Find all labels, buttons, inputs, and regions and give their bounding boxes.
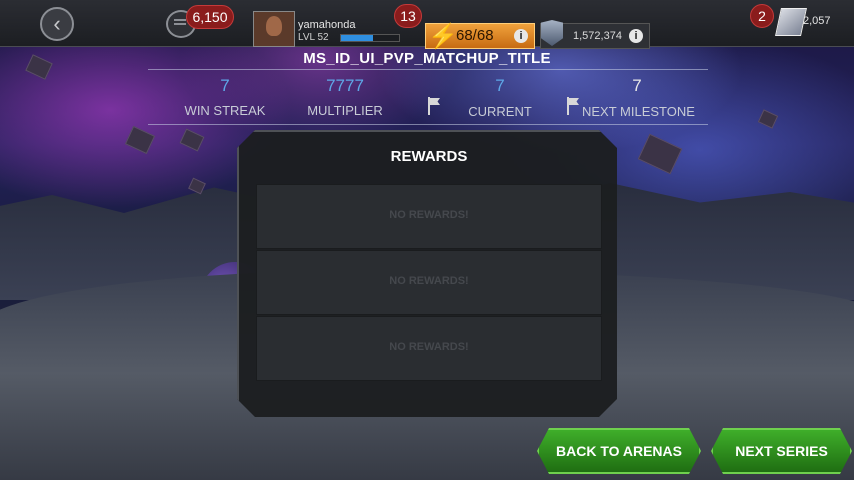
- info-icon[interactable]: i: [514, 29, 528, 43]
- floating-rock: [124, 125, 156, 155]
- header-divider-top: [148, 69, 708, 70]
- floating-rock: [757, 109, 779, 129]
- next-milestone-value: 7: [632, 76, 642, 95]
- rewards-title: REWARDS: [390, 148, 468, 165]
- next-series-button[interactable]: NEXT SERIES: [711, 428, 852, 474]
- multiplier-value: 7777: [326, 76, 364, 95]
- avatar[interactable]: [253, 11, 295, 47]
- reward-row-text: NO REWARDS!: [389, 209, 469, 221]
- energy-display[interactable]: ⚡ 68/68 i: [425, 23, 535, 50]
- next-milestone-label: NEXT MILESTONE: [582, 104, 695, 119]
- info-icon[interactable]: i: [629, 29, 643, 43]
- crystal-badge: 2: [750, 4, 774, 28]
- top-bar: ‹ 6,150 yamahonda LVL 52 13 ⚡ 68/68 i 1,…: [0, 0, 854, 50]
- chat-badge: 6,150: [186, 5, 234, 29]
- header-divider-bottom: [148, 124, 708, 125]
- chevron-left-icon: ‹: [53, 11, 61, 36]
- matchup-title: MS_ID_UI_PVP_MATCHUP_TITLE: [303, 50, 551, 67]
- current-value: 7: [495, 76, 505, 95]
- flag-icon: [428, 97, 440, 115]
- xp-bar-fill: [341, 35, 373, 41]
- reward-row: NO REWARDS!: [256, 250, 602, 315]
- lightning-bolt-icon: ⚡: [428, 23, 458, 50]
- rewards-panel: REWARDS NO REWARDS! NO REWARDS! NO REWAR…: [237, 130, 617, 417]
- reward-row-text: NO REWARDS!: [389, 341, 469, 353]
- reward-row: NO REWARDS!: [256, 316, 602, 381]
- back-to-arenas-button[interactable]: BACK TO ARENAS: [537, 428, 701, 474]
- floating-rock: [179, 128, 205, 152]
- user-level: LVL 52: [298, 32, 329, 43]
- energy-value: 68/68: [456, 27, 494, 44]
- multiplier-label: MULTIPLIER: [307, 103, 383, 118]
- win-streak-value: 7: [220, 76, 230, 95]
- alert-badge: 13: [394, 4, 422, 28]
- gold-value: 1,572,374: [573, 30, 622, 42]
- win-streak-label: WIN STREAK: [184, 103, 266, 118]
- floating-rock: [637, 133, 683, 175]
- current-label: CURRENT: [468, 104, 532, 119]
- reward-row-text: NO REWARDS!: [389, 275, 469, 287]
- user-name: yamahonda: [298, 19, 356, 31]
- gold-shield-icon: [541, 20, 563, 46]
- reward-row: NO REWARDS!: [256, 184, 602, 249]
- gold-display[interactable]: 1,572,374 i: [540, 20, 650, 49]
- crystal-count: 2,057: [803, 15, 831, 27]
- back-button[interactable]: ‹: [40, 7, 74, 41]
- xp-bar: [340, 34, 400, 42]
- flag-icon: [567, 97, 579, 115]
